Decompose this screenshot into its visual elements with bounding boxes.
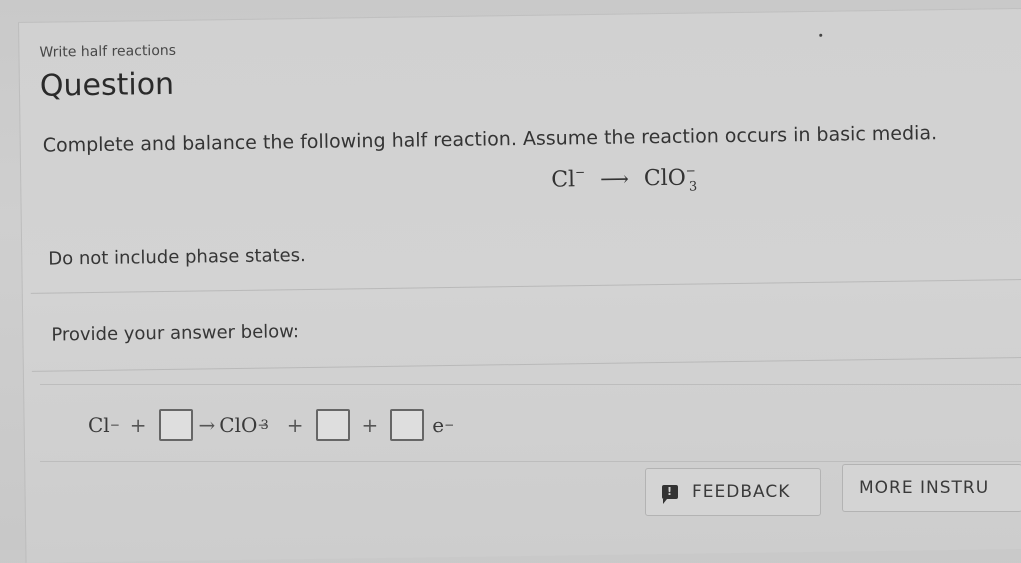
feedback-button[interactable]: ! FEEDBACK bbox=[645, 468, 821, 516]
answer-area: Cl − + → ClO −3 + + e − bbox=[40, 384, 1021, 462]
breadcrumb: Write half reactions bbox=[39, 42, 177, 61]
more-instructions-label: MORE INSTRU bbox=[859, 478, 990, 498]
product-blank-input[interactable] bbox=[315, 409, 350, 441]
plus-sign: + bbox=[361, 413, 379, 437]
phase-states-note: Do not include phase states. bbox=[48, 245, 306, 270]
plus-sign: + bbox=[129, 413, 147, 437]
reactant-blank-input[interactable] bbox=[158, 409, 193, 441]
product-charge: − bbox=[685, 163, 696, 178]
given-reaction: Cl− ⟶ ClO−3 bbox=[551, 164, 697, 197]
answer-product-subscript: 3 bbox=[260, 417, 269, 433]
answer-reactant-symbol: Cl bbox=[88, 413, 110, 437]
cursor-dot bbox=[819, 33, 823, 37]
feedback-exclamation-icon: ! bbox=[662, 485, 678, 504]
feedback-label: FEEDBACK bbox=[692, 482, 791, 502]
answer-product-symbol: ClO bbox=[219, 413, 258, 437]
divider bbox=[30, 278, 1021, 294]
reactant-symbol: Cl bbox=[551, 167, 576, 193]
electron-coefficient-input[interactable] bbox=[390, 409, 425, 441]
more-instructions-button[interactable]: MORE INSTRU bbox=[842, 464, 1021, 512]
reactant-charge: − bbox=[574, 165, 586, 180]
answer-arrow: → bbox=[198, 413, 216, 437]
page-title: Question bbox=[39, 66, 175, 104]
answer-reactant-charge: − bbox=[109, 418, 120, 432]
electron-charge: − bbox=[444, 418, 455, 432]
reaction-arrow: ⟶ bbox=[600, 166, 630, 191]
product-symbol: ClO bbox=[643, 165, 686, 192]
answer-label: Provide your answer below: bbox=[51, 321, 300, 346]
electron-symbol: e bbox=[432, 413, 445, 437]
product-subscript: 3 bbox=[688, 179, 698, 195]
question-prompt: Complete and balance the following half … bbox=[42, 122, 938, 157]
plus-sign: + bbox=[286, 413, 304, 437]
answer-equation: Cl − + → ClO −3 + + e − bbox=[88, 409, 454, 441]
divider bbox=[31, 356, 1021, 372]
